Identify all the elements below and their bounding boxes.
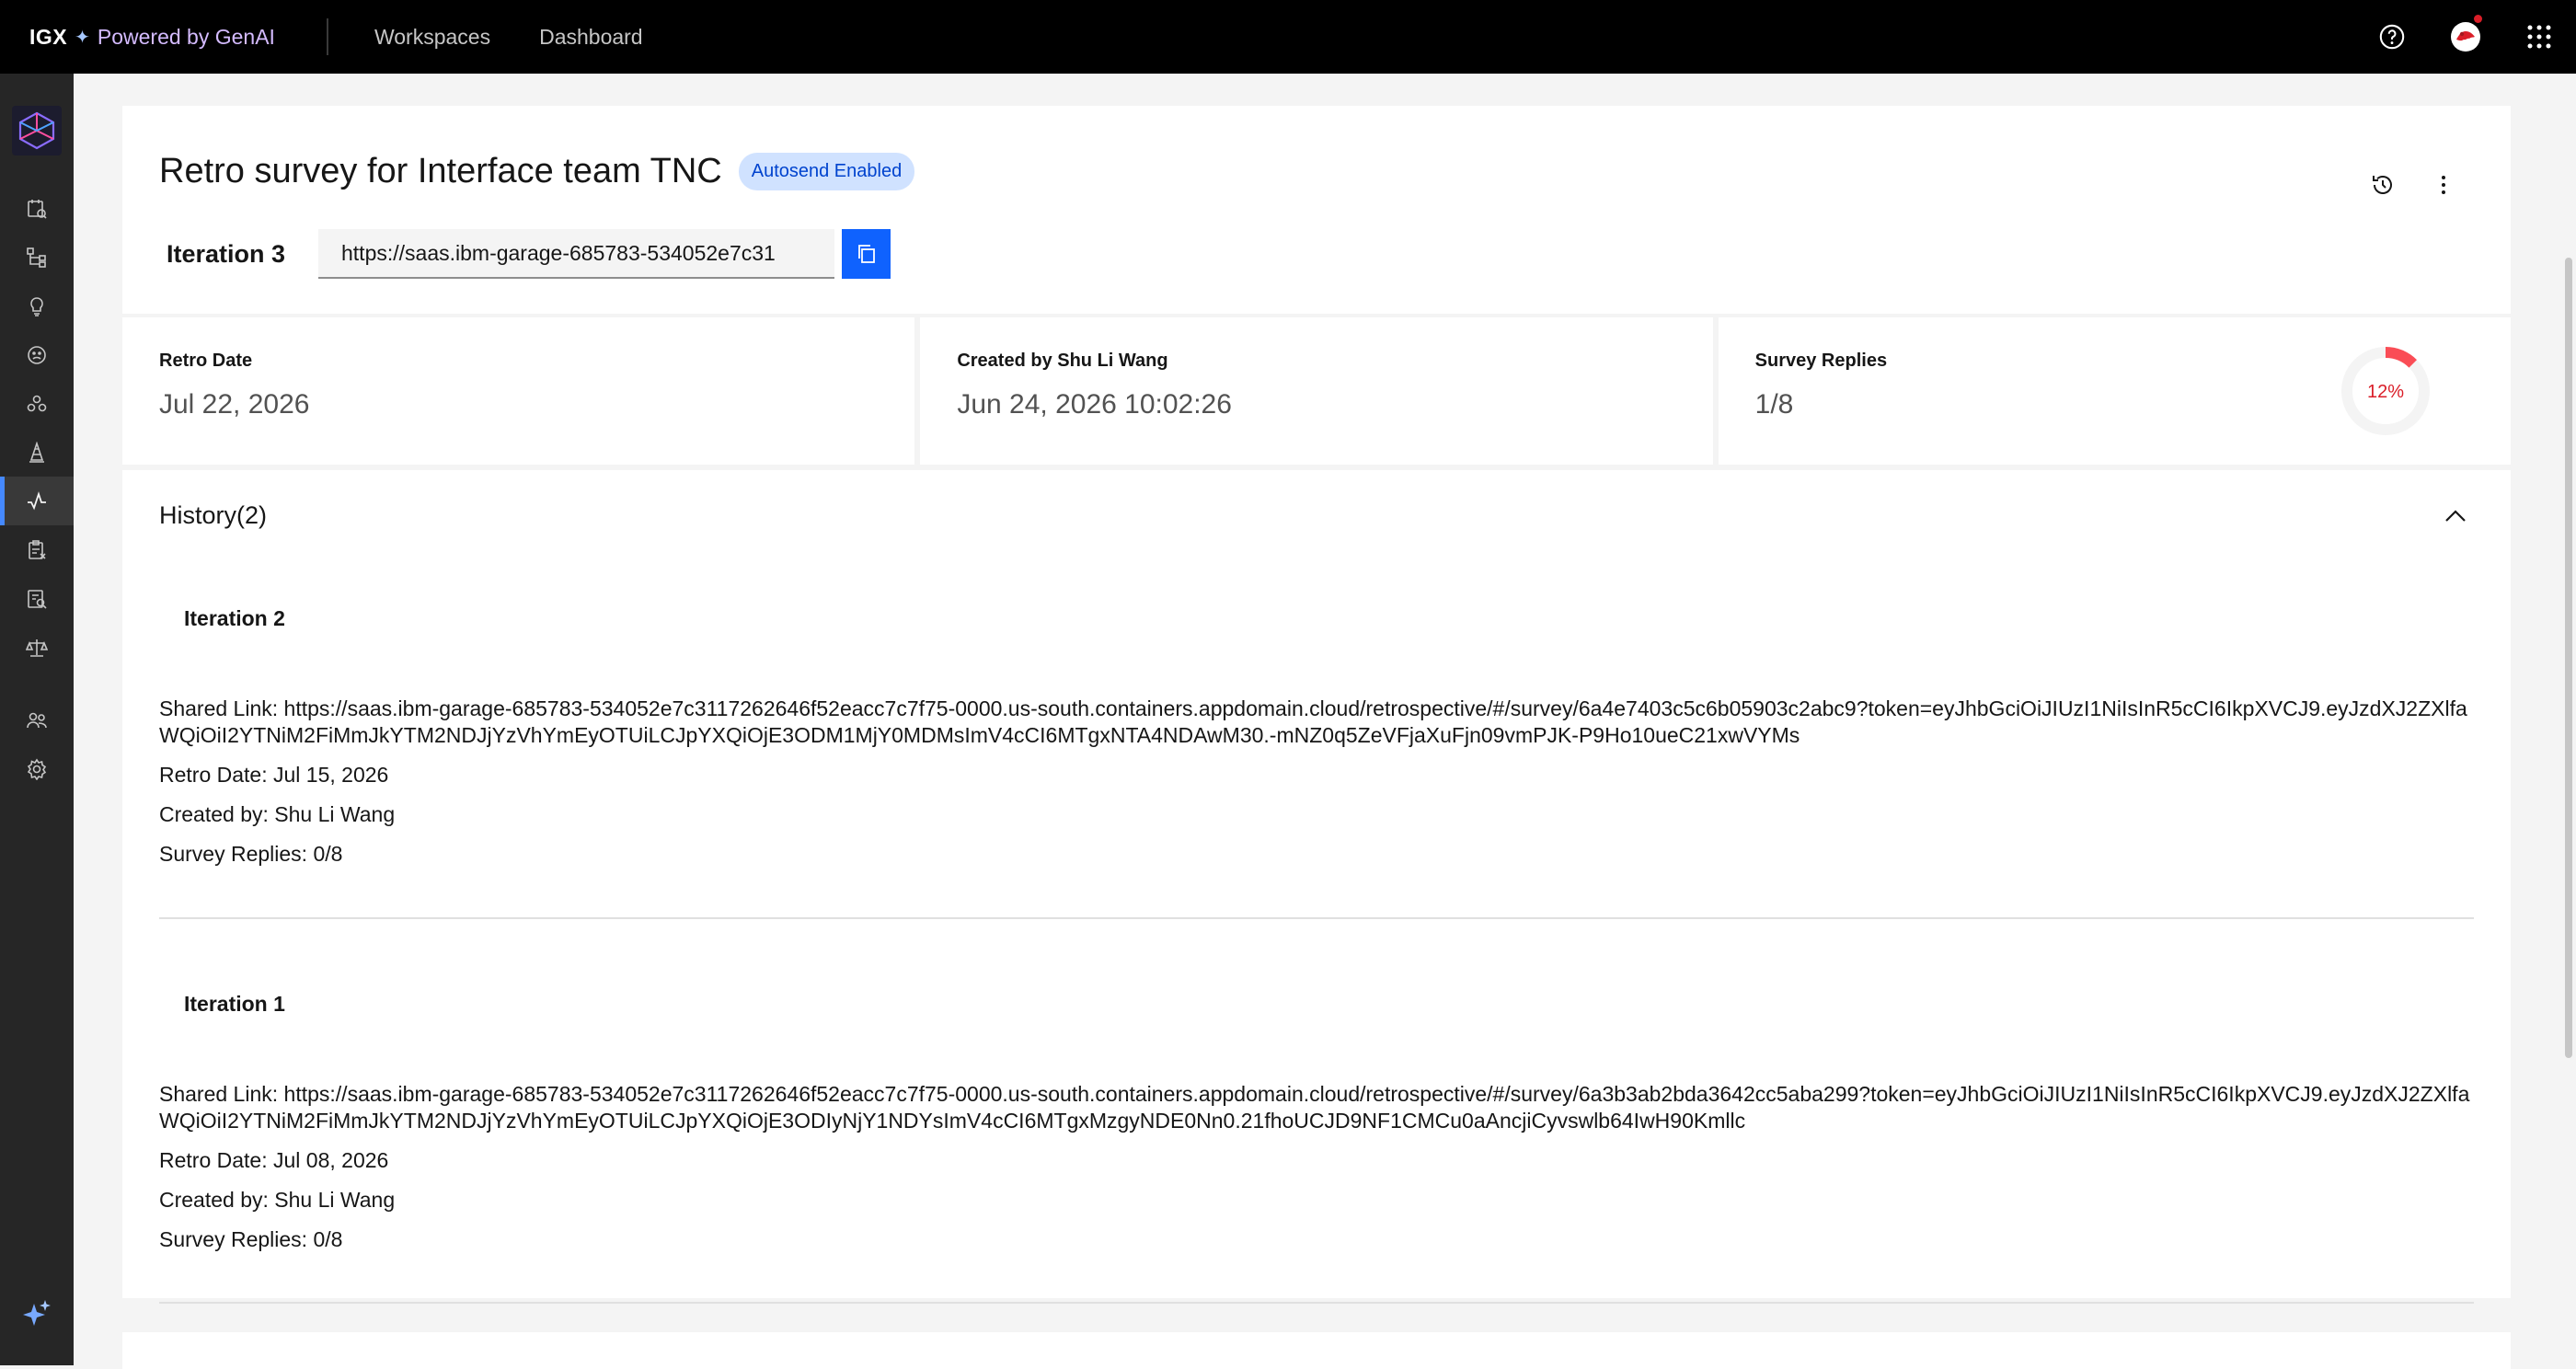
header-divider — [326, 18, 328, 55]
history-item-retro-date: Retro Date: Jul 08, 2026 — [159, 1148, 389, 1172]
iteration-label: Iteration 3 — [167, 239, 286, 268]
copy-link-button[interactable] — [842, 229, 891, 279]
stat-label: Retro Date — [159, 351, 253, 371]
nav-workspaces[interactable]: Workspaces — [374, 25, 490, 50]
rail-activity-icon[interactable] — [0, 477, 74, 525]
history-item-shared-link[interactable]: Shared Link: https://saas.ibm-garage-685… — [159, 696, 2474, 749]
rail-projects-icon[interactable] — [0, 184, 74, 233]
page-title: Retro survey for Interface team TNC — [159, 152, 722, 190]
history-title[interactable]: History(2) — [159, 501, 267, 530]
brand-star-icon: ✦ — [75, 27, 90, 48]
stat-value: Jul 22, 2026 — [159, 389, 310, 420]
history-item: Iteration 1 Shared Link: https://saas.ib… — [159, 992, 2474, 1253]
history-divider — [159, 1302, 2474, 1304]
history-item: Iteration 2 Shared Link: https://saas.ib… — [159, 606, 2474, 868]
survey-link-field[interactable] — [318, 229, 834, 279]
history-item-shared-link[interactable]: Shared Link: https://saas.ibm-garage-685… — [159, 1081, 2474, 1134]
history-item-created-by: Created by: Shu Li Wang — [159, 802, 396, 826]
autosend-tag: Autosend Enabled — [738, 153, 915, 190]
main-content: Retro survey for Interface team TNC Auto… — [122, 106, 2511, 1304]
next-card — [122, 1332, 2511, 1369]
avatar-icon[interactable] — [2429, 0, 2502, 74]
rail-cone-icon[interactable] — [0, 428, 74, 477]
stats-row: Retro Date Jul 22, 2026 Created by Shu L… — [122, 317, 2511, 465]
stat-created-by: Created by Shu Li Wang Jun 24, 2026 10:0… — [920, 317, 1713, 465]
nav-dashboard[interactable]: Dashboard — [539, 25, 643, 50]
rail-hierarchy-icon[interactable] — [0, 233, 74, 282]
survey-header-card: Retro survey for Interface team TNC Auto… — [122, 106, 2511, 314]
rail-ideas-icon[interactable] — [0, 282, 74, 330]
rail-review-icon[interactable] — [0, 574, 74, 623]
chevron-up-icon[interactable] — [2437, 498, 2474, 535]
overflow-menu-icon[interactable] — [2413, 157, 2474, 213]
product-logo-icon[interactable] — [0, 94, 74, 167]
history-icon[interactable] — [2352, 157, 2413, 213]
rail-report-icon[interactable] — [0, 525, 74, 574]
rail-balance-icon[interactable] — [0, 623, 74, 672]
top-nav: Workspaces Dashboard — [374, 25, 692, 50]
top-header: IGX ✦ Powered by GenAI Workspaces Dashbo… — [0, 0, 2576, 74]
rail-separator — [0, 672, 74, 696]
help-icon[interactable] — [2355, 0, 2429, 74]
history-item-replies: Survey Replies: 0/8 — [159, 1227, 343, 1251]
history-item-replies: Survey Replies: 0/8 — [159, 842, 343, 866]
notification-dot — [2474, 15, 2482, 23]
history-accordion: History(2) Iteration 2 Shared Link: http… — [122, 470, 2511, 1304]
history-item-title: Iteration 2 — [184, 606, 285, 630]
replies-donut-chart: 12% — [2340, 347, 2430, 435]
stat-label: Created by Shu Li Wang — [957, 351, 1168, 371]
stat-value: Jun 24, 2026 10:02:26 — [957, 389, 1232, 420]
history-item-created-by: Created by: Shu Li Wang — [159, 1188, 396, 1212]
ai-sparkle-icon[interactable] — [0, 1286, 74, 1341]
stat-retro-date: Retro Date Jul 22, 2026 — [122, 317, 915, 465]
header-actions — [2355, 0, 2576, 74]
page-scrollbar[interactable] — [2565, 258, 2572, 1058]
rail-settings-icon[interactable] — [0, 744, 74, 793]
copy-icon — [857, 245, 875, 263]
stat-survey-replies: Survey Replies 1/8 12% — [1718, 317, 2511, 465]
app-switcher-icon[interactable] — [2502, 0, 2576, 74]
brand[interactable]: IGX ✦ Powered by GenAI — [29, 25, 275, 50]
stat-value: 1/8 — [1754, 389, 1794, 420]
rail-collaboration-icon[interactable] — [0, 379, 74, 428]
rail-team-icon[interactable] — [0, 696, 74, 744]
brand-powered-by: Powered by GenAI — [97, 24, 275, 49]
history-divider — [159, 917, 2474, 919]
rail-sentiment-icon[interactable] — [0, 330, 74, 379]
history-item-retro-date: Retro Date: Jul 15, 2026 — [159, 763, 389, 787]
donut-percent-label: 12% — [2367, 382, 2404, 402]
side-rail — [0, 74, 74, 1365]
brand-name: IGX — [29, 24, 68, 49]
history-item-title: Iteration 1 — [184, 992, 285, 1016]
stat-label: Survey Replies — [1754, 351, 1888, 371]
